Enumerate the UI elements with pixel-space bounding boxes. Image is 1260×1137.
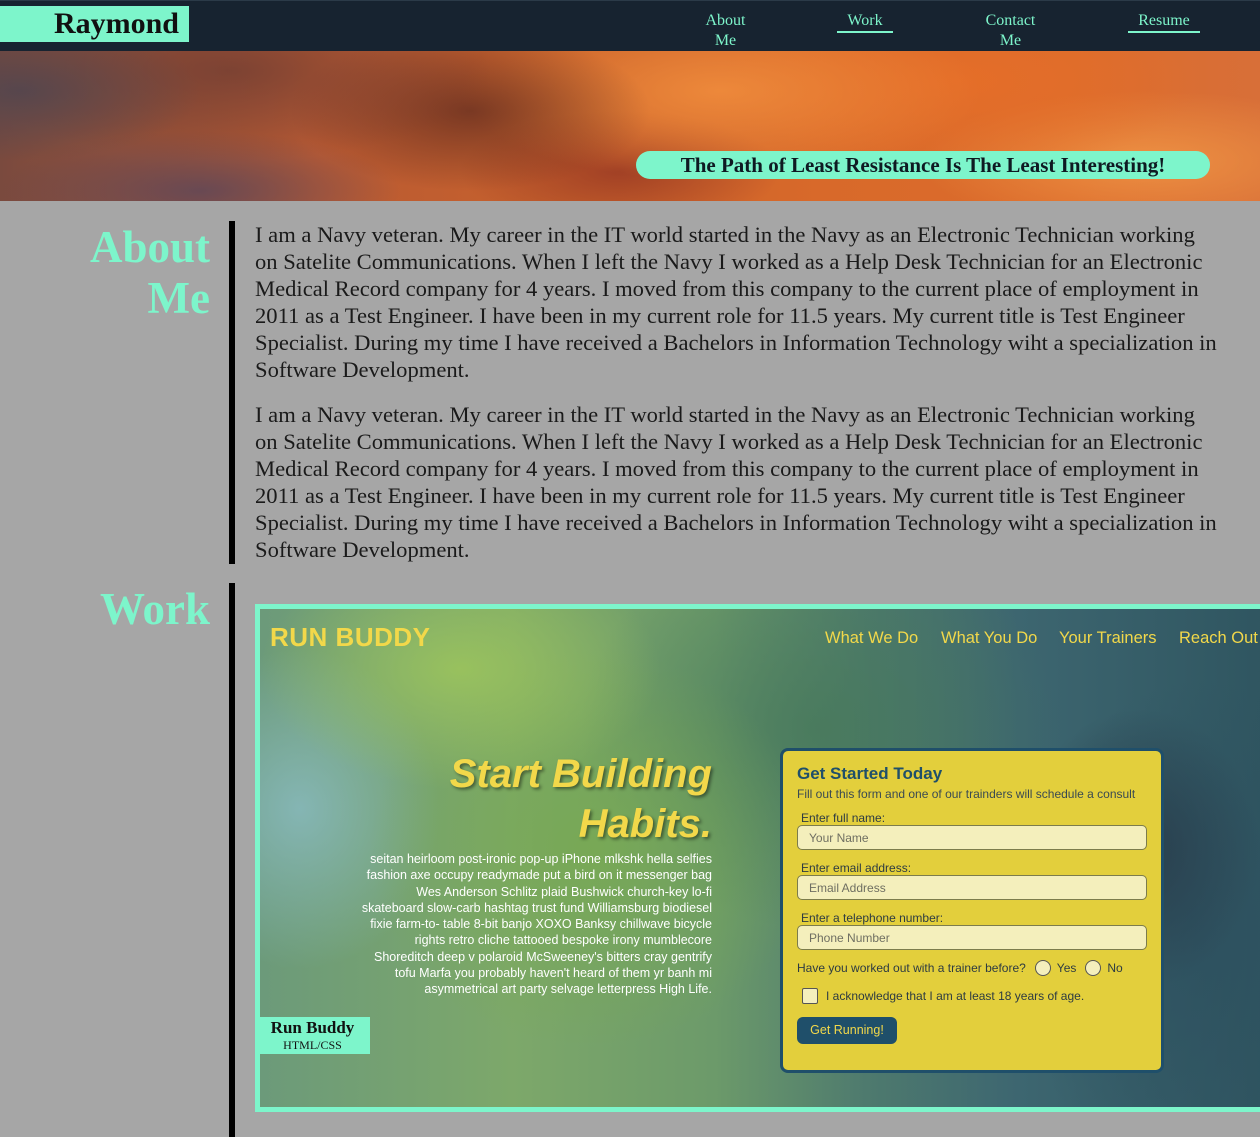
runbuddy-radio-yes [1034,960,1051,976]
work-divider [229,583,235,1137]
hero-banner: The Path of Least Resistance Is The Leas… [0,51,1260,201]
nav-link-about-me[interactable]: About Me [683,11,768,53]
runbuddy-ack-label: I acknowledge that I am at least 18 year… [826,989,1085,1003]
about-section-title: About Me [30,222,210,324]
nav-link-work[interactable]: Work [837,11,893,33]
runbuddy-radio-no-label: No [1107,961,1123,975]
runbuddy-nav-item: Your Trainers [1059,629,1157,647]
runbuddy-ack-row: I acknowledge that I am at least 18 year… [797,988,1147,1004]
runbuddy-email-field [797,875,1147,900]
about-paragraph: I am a Navy veteran. My career in the IT… [255,402,1217,562]
runbuddy-name-label: Enter full name: [801,811,886,825]
hero-tagline: The Path of Least Resistance Is The Leas… [636,151,1210,179]
site-brand[interactable]: Raymond [0,6,189,42]
project-name: Run Buddy [270,1018,355,1037]
runbuddy-radio-no [1085,960,1102,976]
work-section-title: Work [99,584,210,634]
site-header: Raymond About Me Work Contact Me Resume [0,0,1260,53]
runbuddy-nav-item: Reach Out [1179,629,1258,647]
runbuddy-phone-field [797,925,1147,950]
runbuddy-email-label: Enter email address: [801,861,912,875]
runbuddy-logo: RUN BUDDY [270,622,431,652]
about-title-line1: About [89,222,210,272]
runbuddy-nav-item: What You Do [941,629,1038,647]
runbuddy-trainer-question: Have you worked out with a trainer befor… [797,961,1026,975]
runbuddy-hero-title-line2: Habits. [578,802,712,846]
nav-link-contact-me[interactable]: Contact Me [963,11,1058,53]
runbuddy-ack-checkbox [802,988,818,1004]
project-label-run-buddy[interactable]: Run Buddy HTML/CSS [255,1017,370,1054]
about-content: I am a Navy veteran. My career in the IT… [255,221,1217,581]
nav-link-resume[interactable]: Resume [1128,11,1200,33]
about-title-line2: Me [147,273,210,323]
runbuddy-hero-title-line1: Start Building [449,752,712,796]
runbuddy-nav-item: What We Do [825,629,919,647]
runbuddy-hero-title: Start Building Habits. [380,749,712,849]
runbuddy-form-subtitle: Fill out this form and one of our traind… [797,787,1136,801]
runbuddy-trainer-question-row: Have you worked out with a trainer befor… [797,960,1147,976]
about-paragraph: I am a Navy veteran. My career in the IT… [255,222,1217,382]
runbuddy-signup-form: Get Started Today Fill out this form and… [780,748,1164,1073]
project-tech: HTML/CSS [283,1038,342,1052]
runbuddy-hero-body: seitan heirloom post-ironic pop-up iPhon… [361,852,712,997]
runbuddy-name-field [797,825,1147,850]
runbuddy-phone-label: Enter a telephone number: [801,911,944,925]
runbuddy-submit-button: Get Running! [797,1017,897,1044]
about-divider [229,221,235,564]
project-card-run-buddy[interactable]: RUN BUDDY What We Do What You Do Your Tr… [255,604,1260,1112]
runbuddy-radio-yes-label: Yes [1056,961,1077,975]
runbuddy-form-title: Get Started Today [797,764,943,783]
